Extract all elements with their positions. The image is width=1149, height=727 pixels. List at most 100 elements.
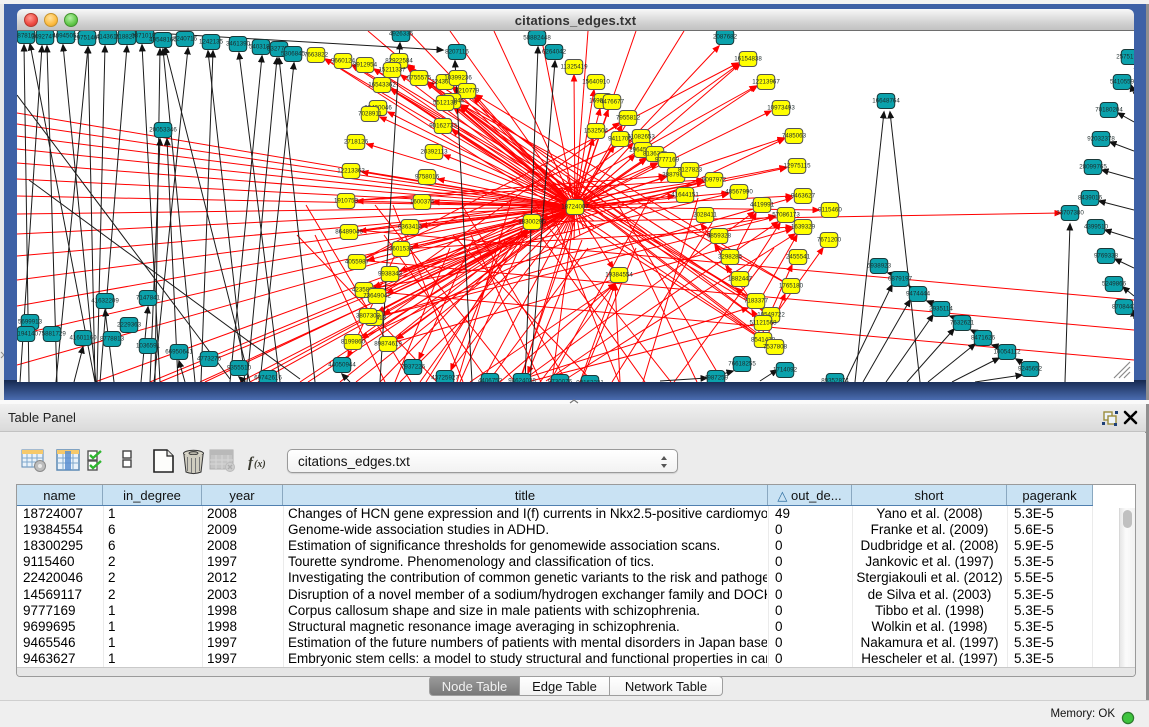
svg-text:8912954: 8912954 (353, 62, 378, 69)
svg-text:16543362: 16543362 (368, 82, 396, 89)
svg-text:7183377: 7183377 (744, 298, 769, 305)
svg-text:5249866: 5249866 (1102, 281, 1127, 288)
svg-text:4055987: 4055987 (345, 259, 370, 266)
svg-text:4926335: 4926335 (389, 31, 414, 38)
svg-text:51121568: 51121568 (749, 320, 777, 327)
svg-text:66950641: 66950641 (165, 349, 193, 356)
svg-text:57086173: 57086173 (772, 212, 800, 219)
svg-text:92032378: 92032378 (1087, 136, 1115, 143)
svg-text:48567990: 48567990 (725, 189, 753, 196)
svg-text:90162733: 90162733 (429, 123, 457, 130)
svg-text:73649042: 73649042 (363, 293, 391, 300)
svg-text:7485063: 7485063 (782, 133, 807, 140)
svg-text:25751799: 25751799 (1116, 54, 1134, 61)
svg-text:7671200: 7671200 (817, 237, 842, 244)
svg-text:94624038: 94624038 (508, 378, 536, 383)
svg-text:8471626: 8471626 (971, 335, 996, 342)
svg-text:44050944: 44050944 (328, 362, 356, 369)
svg-text:20053346: 20053346 (149, 127, 177, 134)
svg-text:2455541: 2455541 (786, 254, 811, 261)
svg-text:3194140: 3194140 (17, 331, 39, 338)
svg-text:12213967: 12213967 (752, 79, 780, 86)
svg-text:5306845: 5306845 (281, 51, 306, 58)
svg-text:2935114: 2935114 (929, 306, 953, 313)
svg-text:2229363: 2229363 (117, 322, 142, 329)
svg-text:86489046: 86489046 (335, 229, 363, 236)
svg-text:7663822: 7663822 (304, 52, 329, 59)
svg-text:6755575: 6755575 (407, 75, 432, 82)
svg-text:41601160: 41601160 (69, 335, 97, 342)
svg-text:5097972: 5097972 (702, 177, 727, 184)
svg-text:9474444: 9474444 (906, 291, 931, 298)
svg-text:16154838: 16154838 (734, 56, 762, 63)
svg-text:8240716: 8240716 (173, 36, 198, 43)
svg-text:28099765: 28099765 (1079, 164, 1107, 171)
svg-text:8199860: 8199860 (341, 339, 366, 346)
svg-text:6264042: 6264042 (542, 49, 567, 56)
svg-text:2087682: 2087682 (713, 34, 738, 41)
svg-text:89352874: 89352874 (821, 378, 849, 383)
svg-text:10973493: 10973493 (767, 105, 795, 112)
svg-text:76618255: 76618255 (728, 361, 756, 368)
svg-text:70180204: 70180204 (1095, 107, 1123, 114)
svg-text:9660124: 9660124 (331, 58, 356, 65)
svg-text:1639329: 1639329 (791, 224, 816, 231)
svg-text:8778813: 8778813 (100, 336, 125, 343)
svg-text:7632621: 7632621 (950, 320, 975, 327)
svg-text:9777169: 9777169 (655, 157, 680, 164)
svg-text:16648764: 16648764 (872, 98, 900, 105)
svg-text:20392113: 20392113 (420, 149, 448, 156)
svg-text:1036591: 1036591 (136, 343, 161, 350)
svg-text:10399236: 10399236 (444, 75, 472, 82)
svg-text:9355510: 9355510 (227, 365, 252, 372)
svg-text:19384554: 19384554 (605, 272, 633, 279)
svg-text:12975115: 12975115 (783, 163, 811, 170)
svg-text:18300295: 18300295 (518, 219, 546, 226)
svg-text:8708443: 8708443 (1112, 304, 1134, 311)
svg-text:1714092: 1714092 (773, 367, 798, 374)
svg-text:2718126: 2718126 (344, 139, 369, 146)
svg-text:41644151: 41644151 (671, 192, 699, 199)
svg-text:7937226: 7937226 (401, 364, 426, 371)
svg-text:9769338: 9769338 (1094, 253, 1119, 260)
svg-text:12213363: 12213363 (337, 168, 365, 175)
svg-text:7537808: 7537808 (763, 344, 788, 351)
svg-text:15211337: 15211337 (378, 67, 406, 74)
svg-text:1765180: 1765180 (779, 283, 804, 290)
svg-text:6879197: 6879197 (888, 276, 913, 283)
svg-text:9758016: 9758016 (415, 174, 440, 181)
svg-text:4419991: 4419991 (750, 202, 775, 209)
svg-text:3461390: 3461390 (226, 41, 251, 48)
svg-text:41632209: 41632209 (91, 298, 119, 305)
svg-text:9938343: 9938343 (378, 271, 403, 278)
svg-text:15640910: 15640910 (582, 79, 610, 86)
svg-text:9730076: 9730076 (548, 379, 573, 383)
svg-text:69742616: 69742616 (254, 375, 282, 382)
svg-text:5699913: 5699913 (18, 319, 43, 326)
svg-text:9859328: 9859328 (707, 233, 732, 240)
svg-text:18724007: 18724007 (561, 204, 589, 211)
svg-text:58882448: 58882448 (523, 35, 551, 42)
svg-text:89874619: 89874619 (374, 341, 402, 348)
svg-text:9463627: 9463627 (791, 193, 816, 200)
svg-text:75881729: 75881729 (38, 331, 66, 338)
svg-text:4476677: 4476677 (600, 99, 625, 106)
svg-text:3601533: 3601533 (389, 246, 414, 253)
svg-text:1532504: 1532504 (584, 128, 609, 135)
svg-text:4987259: 4987259 (704, 375, 729, 382)
svg-text:7028911: 7028911 (358, 111, 382, 118)
svg-text:5938923: 5938923 (867, 263, 892, 270)
svg-text:33707380: 33707380 (1056, 210, 1084, 217)
svg-text:5512136: 5512136 (433, 100, 458, 107)
svg-text:1600374: 1600374 (410, 199, 435, 206)
svg-text:6363414: 6363414 (398, 224, 423, 231)
svg-text:5410559: 5410559 (1110, 79, 1134, 86)
svg-text:2028411: 2028411 (693, 212, 717, 219)
svg-text:9245652: 9245652 (1018, 366, 1043, 373)
svg-text:4406752: 4406752 (478, 378, 503, 383)
svg-text:11325419: 11325419 (560, 64, 588, 71)
svg-text:4399510: 4399510 (1084, 224, 1109, 231)
svg-text:43725927: 43725927 (431, 375, 459, 382)
svg-text:8439016: 8439016 (1078, 195, 1103, 202)
svg-text:1910753: 1910753 (334, 198, 359, 205)
